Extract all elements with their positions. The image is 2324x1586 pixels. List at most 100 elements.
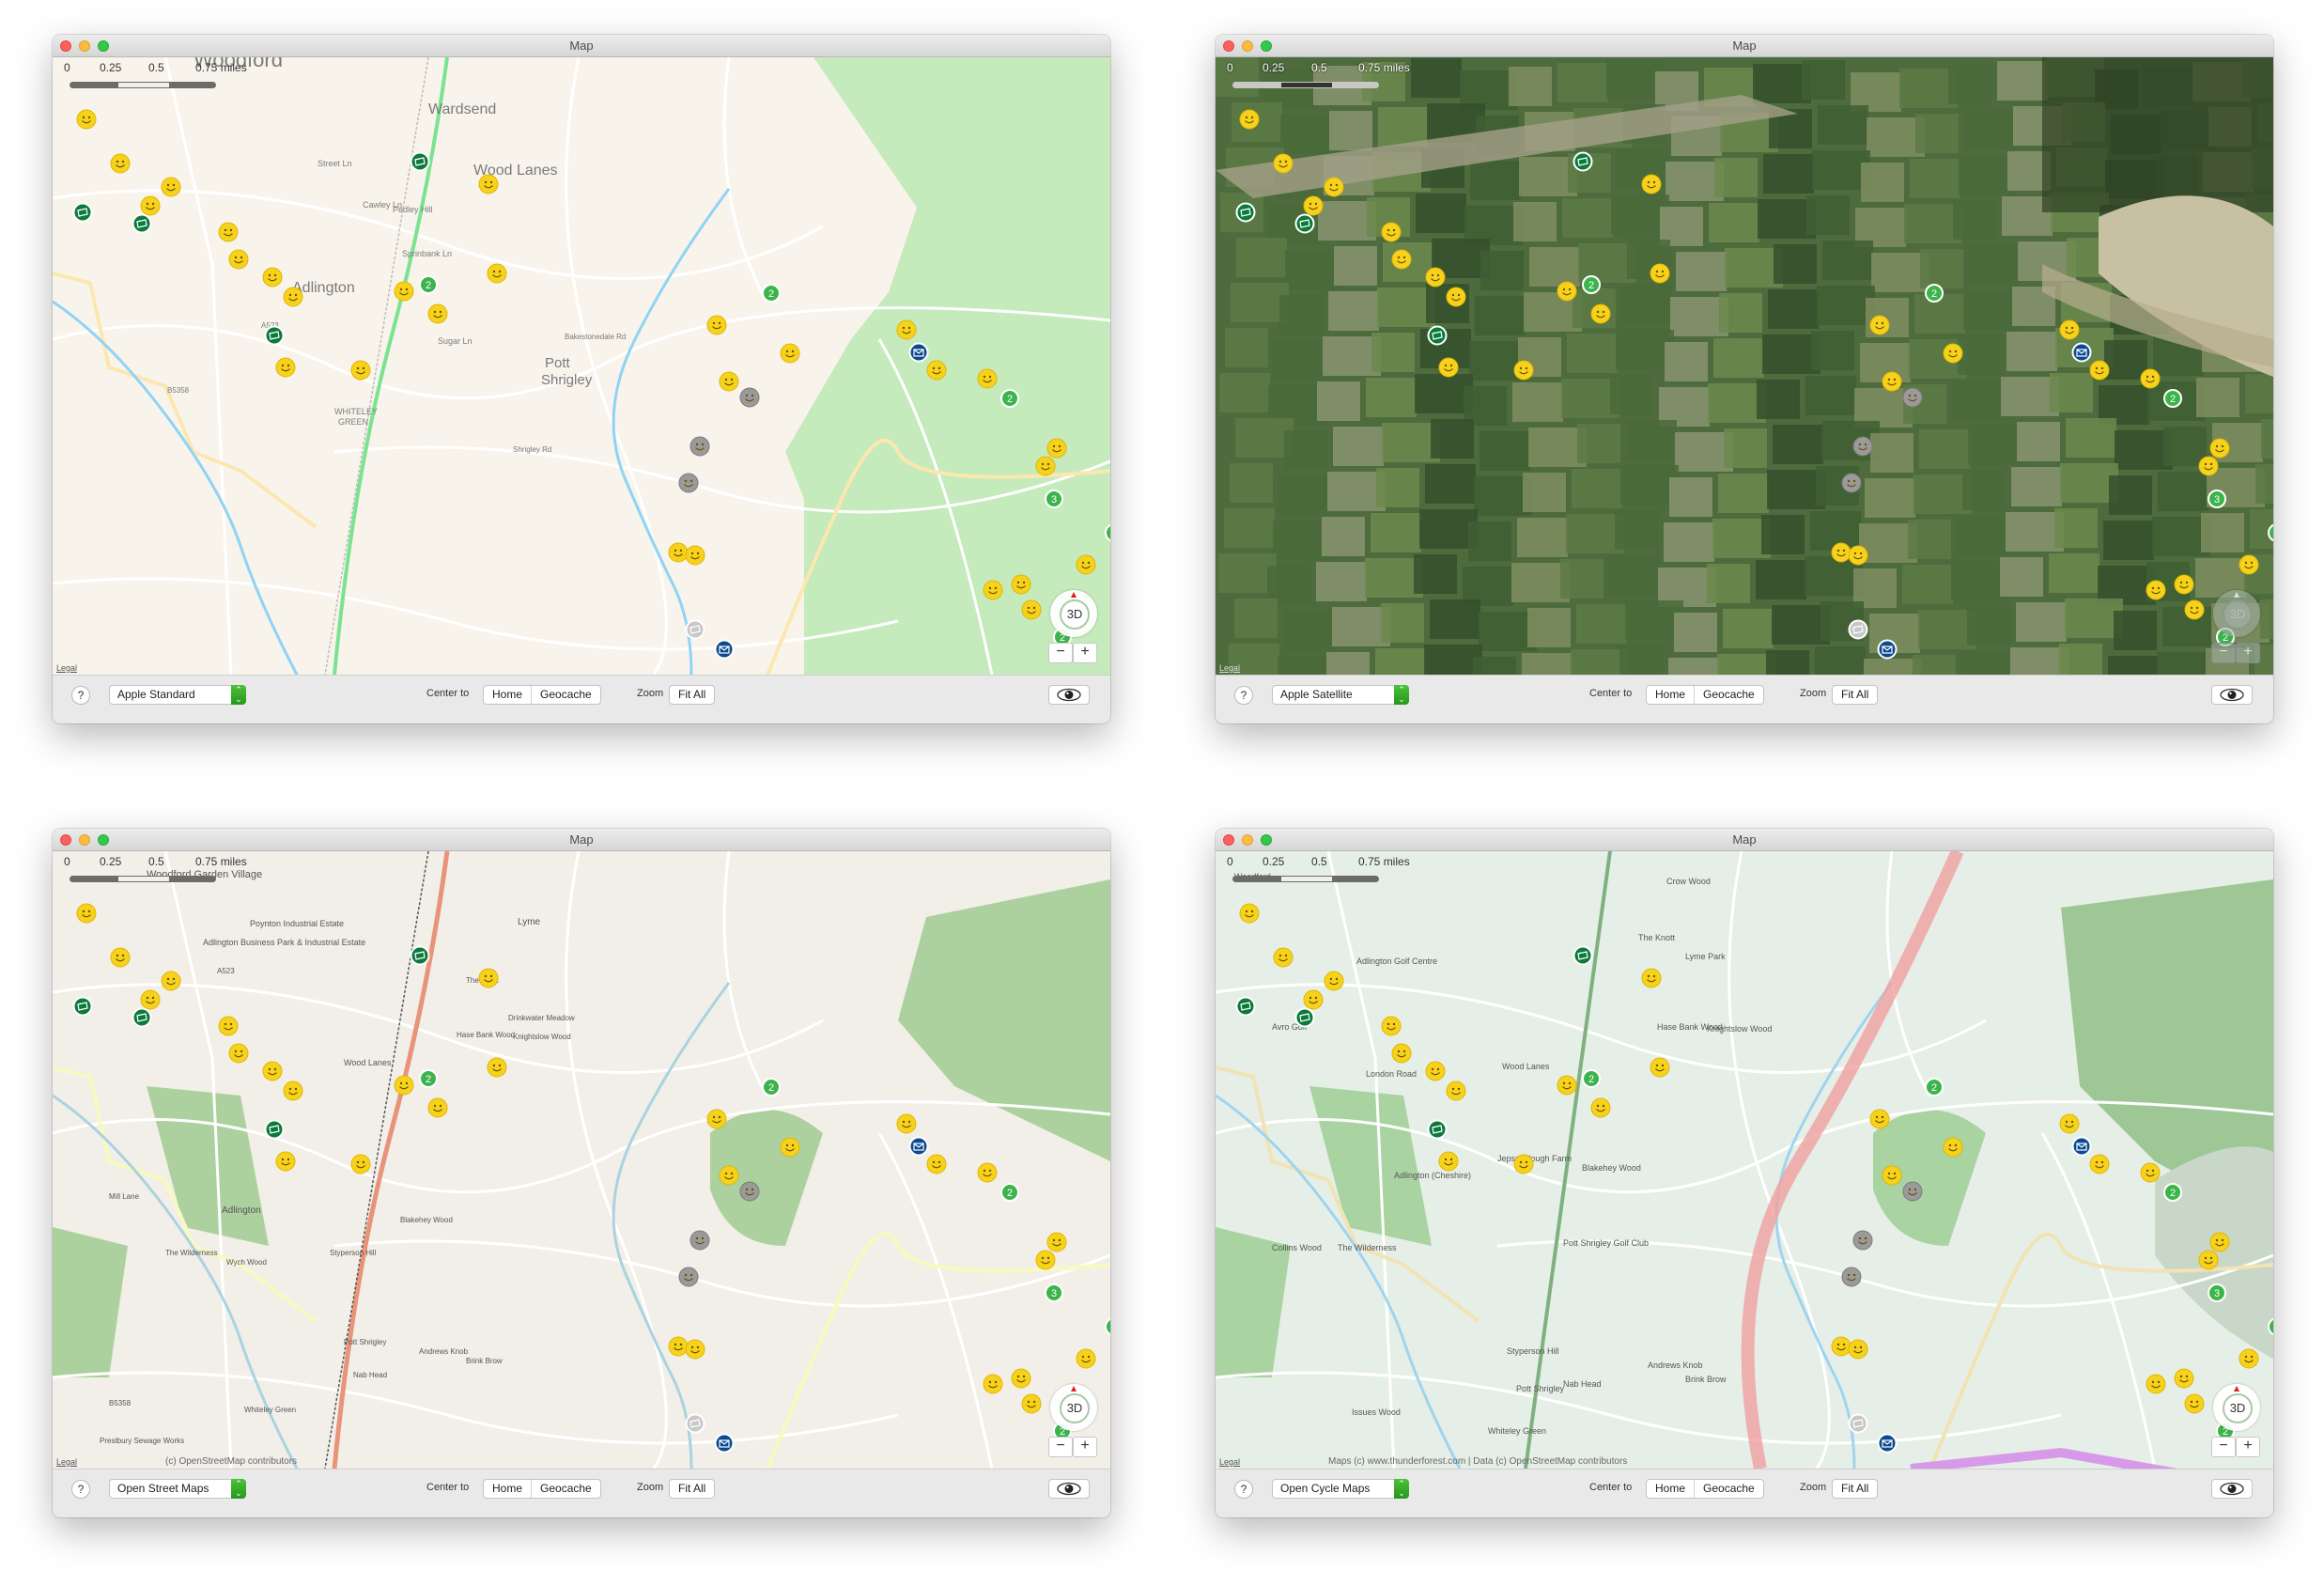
geocache-pin-virtual[interactable] (72, 202, 93, 227)
geocache-pin-found[interactable] (1841, 1267, 1862, 1292)
geocache-pin-traditional[interactable] (228, 249, 249, 274)
geocache-pin-traditional[interactable] (2239, 1348, 2259, 1374)
geocache-pin-virtual[interactable] (1294, 1007, 1315, 1033)
geocache-pin-traditional[interactable] (283, 287, 303, 312)
geocache-pin-traditional[interactable] (780, 1137, 800, 1162)
geocache-pin-traditional[interactable] (2146, 580, 2166, 605)
geocache-pin-virtual[interactable] (410, 945, 430, 971)
geocache-pin-traditional[interactable] (1273, 947, 1294, 972)
geocache-pin-virtual[interactable] (1235, 996, 1256, 1021)
geocache-pin-traditional[interactable] (983, 580, 1003, 605)
geocache-pin-traditional[interactable] (2184, 599, 2205, 625)
zoom-out-button[interactable]: − (1048, 1437, 1073, 1457)
geocache-pin-traditional[interactable] (1869, 315, 1890, 340)
geocache-pin-virtual[interactable] (1294, 213, 1315, 239)
geocache-pin-traditional[interactable] (1381, 222, 1402, 247)
geocache-pin-traditional[interactable] (1513, 360, 1534, 385)
geocache-pin-virtual[interactable] (1427, 1119, 1448, 1144)
map-view[interactable]: Woodford Wardsend Wood Lanes Street Ln Cawle… (53, 57, 1110, 675)
geocache-pin-traditional[interactable] (350, 360, 371, 385)
geocache-pin-traditional[interactable] (1035, 1250, 1056, 1275)
geocache-pin-traditional[interactable] (1848, 1339, 1868, 1364)
center-home-button[interactable]: Home (484, 1480, 531, 1498)
geocache-pin-traditional[interactable] (1011, 574, 1031, 599)
geocache-pin-cluster[interactable]: 2 (761, 1077, 782, 1102)
help-button[interactable]: ? (71, 686, 90, 705)
geocache-pin-cluster[interactable]: 2 (761, 283, 782, 308)
geocache-pin-virtual[interactable] (410, 151, 430, 177)
geocache-pin-traditional[interactable] (1391, 249, 1412, 274)
geocache-pin-traditional[interactable] (350, 1154, 371, 1179)
geocache-pin-traditional[interactable] (1324, 177, 1344, 202)
zoom-out-button[interactable]: − (2211, 1437, 2236, 1457)
zoom-in-button[interactable]: + (2236, 643, 2260, 663)
map-view[interactable]: Woodford Garden Village Adlington Busines… (53, 851, 1110, 1469)
zoom-in-button[interactable]: + (2236, 1437, 2260, 1457)
map-type-popup[interactable]: Open Street Maps ⌃ ⌄ (109, 1479, 246, 1499)
geocache-pin-cluster[interactable]: 2 (1924, 1077, 1944, 1102)
geocache-pin-traditional[interactable] (2059, 1113, 2080, 1139)
title-bar[interactable]: Map (1216, 829, 2273, 851)
help-button[interactable]: ? (1234, 686, 1253, 705)
geocache-pin-cluster[interactable]: 3 (2267, 522, 2273, 548)
geocache-pin-traditional[interactable] (2198, 1250, 2219, 1275)
geocache-pin-letterbox[interactable] (714, 1433, 735, 1458)
geocache-pin-cluster[interactable]: 3 (1104, 522, 1110, 548)
geocache-pin-letterbox[interactable] (2071, 342, 2092, 367)
geocache-pin-traditional[interactable] (2239, 554, 2259, 580)
geocache-pin-traditional[interactable] (228, 1043, 249, 1068)
geocache-pin-letterbox[interactable] (714, 639, 735, 664)
geocache-pin-traditional[interactable] (1848, 545, 1868, 570)
geocache-pin-traditional[interactable] (2140, 1162, 2161, 1188)
center-home-button[interactable]: Home (1647, 1480, 1694, 1498)
geocache-pin-traditional[interactable] (2198, 456, 2219, 481)
geocache-pin-letterbox[interactable] (908, 1136, 929, 1161)
geocache-pin-traditional[interactable] (1882, 1165, 1902, 1190)
geocache-pin-found[interactable] (739, 387, 760, 412)
geocache-pin-traditional[interactable] (394, 281, 414, 306)
geocache-pin-found[interactable] (678, 473, 699, 498)
geocache-pin-traditional[interactable] (2059, 319, 2080, 345)
geocache-pin-cluster[interactable]: 2 (2162, 1182, 2183, 1207)
geocache-pin-traditional[interactable] (685, 1339, 705, 1364)
compass-3d-button[interactable]: 3D (1050, 1384, 1097, 1431)
geocache-pin-letterbox[interactable] (2071, 1136, 2092, 1161)
geocache-pin-traditional[interactable] (1446, 287, 1466, 312)
geocache-pin-traditional[interactable] (896, 1113, 917, 1139)
center-geocache-button[interactable]: Geocache (531, 1480, 600, 1498)
geocache-pin-traditional[interactable] (719, 1165, 739, 1190)
geocache-pin-traditional[interactable] (1650, 1057, 1670, 1082)
geocache-pin-traditional[interactable] (1391, 1043, 1412, 1068)
fit-all-button[interactable]: Fit All (670, 686, 714, 704)
geocache-pin-cluster[interactable]: 2 (2162, 388, 2183, 413)
geocache-pin-traditional[interactable] (1425, 1061, 1446, 1086)
geocache-pin-cluster[interactable]: 3 (1044, 1283, 1064, 1308)
geocache-pin-traditional[interactable] (2184, 1393, 2205, 1419)
geocache-pin-traditional[interactable] (1943, 1137, 1963, 1162)
geocache-pin-traditional[interactable] (1557, 281, 1577, 306)
geocache-pin-disabled[interactable] (685, 1413, 705, 1438)
geocache-pin-traditional[interactable] (1425, 267, 1446, 292)
geocache-pin-traditional[interactable] (1273, 153, 1294, 179)
geocache-pin-letterbox[interactable] (1877, 639, 1898, 664)
geocache-pin-traditional[interactable] (394, 1075, 414, 1100)
geocache-pin-traditional[interactable] (1641, 174, 1662, 199)
center-geocache-button[interactable]: Geocache (1694, 686, 1763, 704)
geocache-pin-virtual[interactable] (1573, 151, 1593, 177)
geocache-pin-traditional[interactable] (218, 222, 239, 247)
geocache-pin-traditional[interactable] (1021, 1393, 1042, 1419)
legal-link[interactable]: Legal (56, 663, 77, 673)
zoom-in-button[interactable]: + (1073, 1437, 1097, 1457)
geocache-pin-traditional[interactable] (1381, 1016, 1402, 1041)
geocache-pin-traditional[interactable] (487, 263, 507, 288)
legal-link[interactable]: Legal (1219, 663, 1240, 673)
visibility-button[interactable] (2211, 1479, 2253, 1499)
geocache-pin-cluster[interactable]: 2 (418, 274, 439, 300)
geocache-pin-disabled[interactable] (1848, 1413, 1868, 1438)
geocache-pin-cluster[interactable]: 2 (999, 388, 1020, 413)
compass-3d-button[interactable]: 3D (2213, 1384, 2260, 1431)
geocache-pin-traditional[interactable] (896, 319, 917, 345)
map-view[interactable]: 2223322 0 0.25 0.5 0.75 miles Legal 3D −… (1216, 57, 2273, 675)
geocache-pin-traditional[interactable] (926, 360, 947, 385)
geocache-pin-cluster[interactable]: 3 (2207, 489, 2227, 514)
